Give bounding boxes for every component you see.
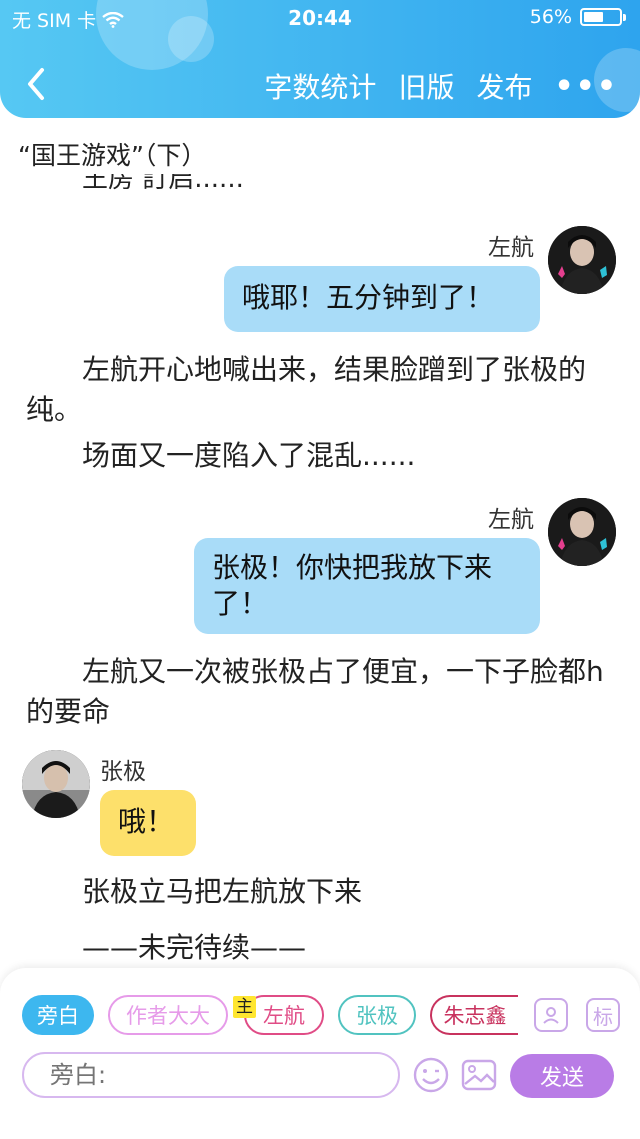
publish-button[interactable]: 发布	[476, 66, 532, 106]
old-version-button[interactable]: 旧版	[398, 66, 454, 106]
narration-text[interactable]: 张极立马把左航放下来	[26, 872, 618, 912]
nav-bar: 字数统计 旧版 发布 •••	[0, 58, 640, 110]
message-input[interactable]	[22, 1052, 400, 1098]
narration-text[interactable]: 左航开心地喊出来，结果脸蹭到了张极的纯。	[26, 350, 618, 430]
avatar-zhangji[interactable]	[22, 750, 90, 818]
input-panel: 旁白 作者大大 左航 主 张极 朱志鑫 标 发送	[0, 968, 640, 1139]
battery-level	[584, 12, 603, 22]
speaker-name: 张极	[100, 759, 146, 785]
role-chip-narrator[interactable]: 旁白	[22, 995, 94, 1035]
image-icon[interactable]	[460, 1056, 498, 1094]
chapter-title: “国王游戏”（下）	[18, 141, 207, 170]
battery-percent: 56%	[529, 6, 572, 28]
narration-text[interactable]: 左航又一次被张极占了便宜，一下子脸都h的要命	[26, 652, 618, 732]
narration-text[interactable]: ——未完待续——	[26, 928, 618, 968]
role-chip-zhangji[interactable]: 张极	[338, 995, 416, 1035]
back-button[interactable]	[22, 64, 52, 104]
story-content[interactable]: “国王游戏”（下） 王房 訂启...... 左航 哦耶！五分钟到了！ 左航开心地…	[0, 118, 640, 970]
tag-button[interactable]: 标	[586, 998, 620, 1032]
speaker-name: 左航	[488, 507, 534, 533]
smiley-icon[interactable]	[412, 1056, 450, 1094]
chat-bubble[interactable]: 张极！你快把我放下来了！	[194, 538, 540, 634]
battery-icon	[580, 8, 626, 26]
status-bar: 无 SIM 卡 20:44 56%	[0, 0, 640, 36]
chat-bubble[interactable]: 哦！	[100, 790, 196, 856]
role-chip-zuohang[interactable]: 左航	[244, 995, 324, 1035]
main-role-tag: 主	[233, 996, 256, 1018]
send-button[interactable]: 发送	[510, 1054, 614, 1098]
role-chip-author[interactable]: 作者大大	[108, 995, 228, 1035]
role-chip-zhuzhixin[interactable]: 朱志鑫	[430, 995, 518, 1035]
word-count-button[interactable]: 字数统计	[264, 66, 376, 106]
person-card-icon[interactable]	[534, 998, 568, 1032]
chat-bubble[interactable]: 哦耶！五分钟到了！	[224, 266, 540, 332]
more-button[interactable]: •••	[554, 69, 618, 104]
speaker-name: 左航	[488, 235, 534, 261]
clipped-line: 王房 訂启......	[82, 174, 244, 194]
chevron-left-icon	[28, 68, 44, 100]
avatar-zuohang[interactable]	[548, 498, 616, 566]
battery-status: 56%	[529, 6, 626, 28]
avatar-zuohang[interactable]	[548, 226, 616, 294]
app-header: 无 SIM 卡 20:44 56% 字数统计 旧版 发布 •••	[0, 0, 640, 118]
narration-text[interactable]: 场面又一度陷入了混乱......	[26, 436, 618, 476]
